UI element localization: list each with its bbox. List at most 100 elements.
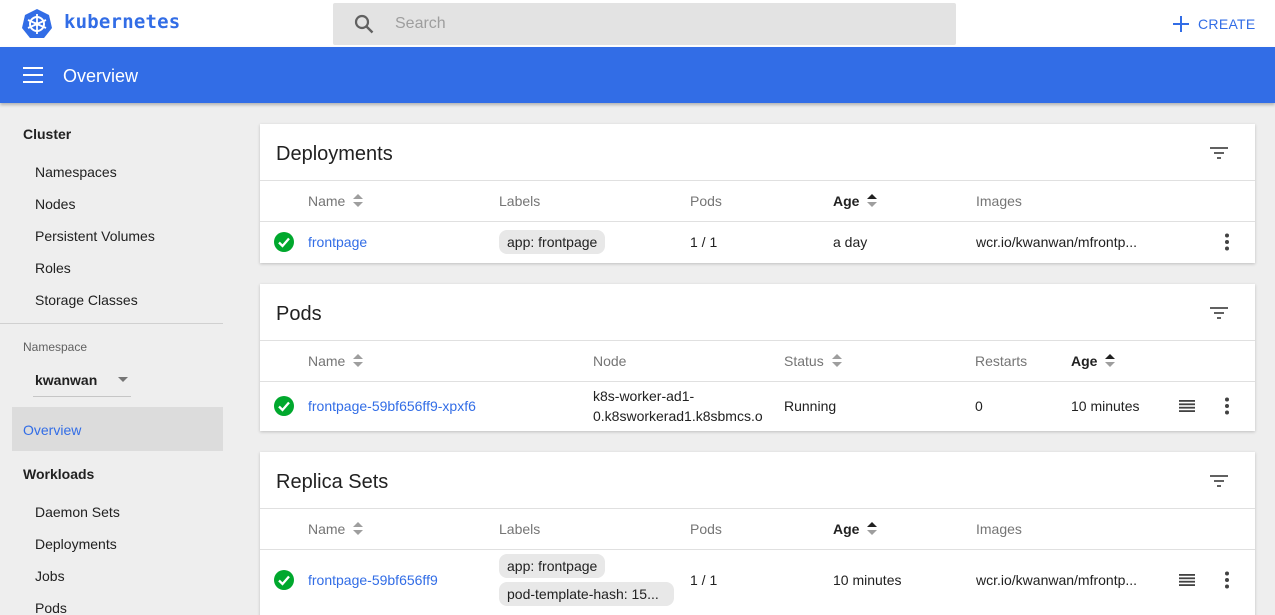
divider — [260, 381, 1255, 382]
more-vert-icon[interactable] — [1224, 233, 1230, 251]
image-value: wcr.io/kwanwan/mfrontp... — [976, 234, 1138, 250]
divider — [260, 508, 1255, 509]
restarts-value: 0 — [975, 398, 983, 414]
label-chip: app: frontpage — [499, 554, 606, 578]
create-label: CREATE — [1198, 16, 1256, 32]
sort-icon — [1105, 354, 1116, 368]
deployments-card: Deployments Name Labels Pods Age Images … — [260, 124, 1255, 263]
divider — [260, 221, 1255, 222]
node-value-line1: k8s-worker-ad1- — [593, 388, 695, 404]
sort-icon — [353, 354, 364, 368]
sidebar-item-persistent-volumes[interactable]: Persistent Volumes — [35, 228, 155, 244]
column-header-name[interactable]: Name — [308, 521, 364, 537]
sidebar-divider — [0, 323, 223, 324]
pod-name-link[interactable]: frontpage-59bf656ff9-xpxf6 — [308, 398, 476, 414]
replica-set-name-link[interactable]: frontpage-59bf656ff9 — [308, 572, 438, 588]
search-input[interactable] — [395, 3, 935, 45]
sort-icon — [867, 522, 878, 536]
pods-count: 1 / 1 — [690, 572, 718, 588]
column-header-age[interactable]: Age — [1071, 353, 1116, 369]
sidebar-item-overview-label: Overview — [23, 422, 82, 438]
sidebar-item-roles[interactable]: Roles — [35, 260, 71, 276]
sidebar-item-overview[interactable]: Overview — [12, 407, 223, 451]
sidebar-item-namespaces[interactable]: Namespaces — [35, 164, 117, 180]
sidebar-item-pods[interactable]: Pods — [35, 600, 67, 615]
kubernetes-logo-icon[interactable] — [21, 8, 53, 40]
divider — [260, 549, 1255, 550]
column-header-pods: Pods — [690, 193, 722, 209]
pods-count: 1 / 1 — [690, 234, 718, 250]
plus-icon — [1173, 16, 1189, 32]
page-title: Overview — [63, 66, 139, 86]
check-circle-icon — [274, 570, 294, 590]
column-header-age[interactable]: Age — [833, 521, 878, 537]
label-chip: pod-template-hash: 15... — [499, 582, 674, 606]
deployment-name-link[interactable]: frontpage — [308, 234, 367, 250]
top-app-bar: kubernetes CREATE — [0, 0, 1275, 47]
pods-card: Pods Name Node Status Restarts Age front… — [260, 284, 1255, 431]
page-toolbar: Overview — [0, 47, 1275, 103]
sort-icon — [831, 354, 842, 368]
node-value-line2: 0.k8sworkerad1.k8sbmcs.o — [593, 408, 763, 424]
image-value: wcr.io/kwanwan/mfrontp... — [976, 572, 1138, 588]
card-title: Deployments — [276, 143, 393, 165]
chevron-down-icon — [118, 377, 128, 382]
check-circle-icon — [274, 396, 294, 416]
brand-name[interactable]: kubernetes — [64, 11, 180, 33]
logs-icon[interactable] — [1179, 400, 1195, 412]
column-header-images: Images — [976, 193, 1022, 209]
check-circle-icon — [274, 232, 294, 252]
sidebar: Cluster Namespaces Nodes Persistent Volu… — [0, 103, 240, 615]
sort-icon — [353, 194, 364, 208]
card-title: Pods — [276, 303, 322, 325]
column-header-name[interactable]: Name — [308, 353, 364, 369]
sort-icon — [867, 194, 878, 208]
sort-icon — [353, 522, 364, 536]
column-header-label: Name — [308, 193, 346, 209]
card-title: Replica Sets — [276, 471, 389, 493]
status-value: Running — [784, 398, 837, 414]
divider — [260, 180, 1255, 181]
column-header-images: Images — [976, 521, 1022, 537]
menu-icon[interactable] — [23, 66, 43, 84]
sidebar-item-storage-classes[interactable]: Storage Classes — [35, 292, 138, 308]
column-header-label: Name — [308, 521, 346, 537]
filter-icon[interactable] — [1209, 305, 1229, 321]
filter-icon[interactable] — [1209, 473, 1229, 489]
age-value: 10 minutes — [1071, 398, 1140, 414]
sidebar-item-jobs[interactable]: Jobs — [35, 568, 65, 584]
search-icon — [354, 14, 374, 34]
more-vert-icon[interactable] — [1224, 397, 1230, 415]
search-bar[interactable] — [333, 3, 956, 45]
column-header-label: Age — [833, 193, 860, 209]
column-header-label: Name — [308, 353, 346, 369]
sidebar-item-nodes[interactable]: Nodes — [35, 196, 75, 212]
column-header-status[interactable]: Status — [784, 353, 842, 369]
logs-icon[interactable] — [1179, 574, 1195, 586]
sidebar-heading-workloads[interactable]: Workloads — [23, 466, 94, 482]
column-header-labels: Labels — [499, 521, 541, 537]
age-value: 10 minutes — [833, 572, 902, 588]
namespace-select[interactable]: kwanwan — [33, 367, 131, 397]
divider — [260, 340, 1255, 341]
sidebar-item-deployments[interactable]: Deployments — [35, 536, 117, 552]
column-header-label: Age — [833, 521, 860, 537]
label-chip: app: frontpage — [499, 230, 606, 254]
column-header-label: Status — [784, 353, 824, 369]
create-button[interactable]: CREATE — [1172, 12, 1256, 36]
column-header-restarts: Restarts — [975, 353, 1028, 369]
sidebar-heading-cluster[interactable]: Cluster — [23, 126, 71, 142]
column-header-name[interactable]: Name — [308, 193, 364, 209]
namespace-label: Namespace — [23, 340, 88, 354]
column-header-age[interactable]: Age — [833, 193, 878, 209]
replica-sets-card: Replica Sets Name Labels Pods Age Images… — [260, 452, 1255, 615]
filter-icon[interactable] — [1209, 145, 1229, 161]
column-header-pods: Pods — [690, 521, 722, 537]
age-value: a day — [833, 234, 868, 250]
more-vert-icon[interactable] — [1224, 571, 1230, 589]
sidebar-item-daemon-sets[interactable]: Daemon Sets — [35, 504, 120, 520]
namespace-value: kwanwan — [35, 372, 98, 388]
column-header-labels: Labels — [499, 193, 541, 209]
column-header-label: Age — [1071, 353, 1098, 369]
column-header-node: Node — [593, 353, 627, 369]
